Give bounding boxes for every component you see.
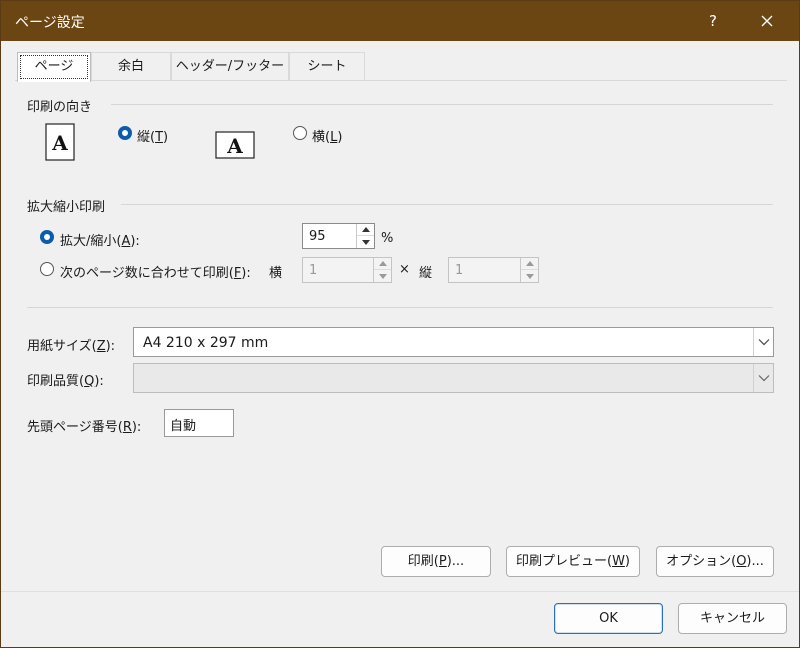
chevron-down-icon — [758, 339, 769, 346]
increment-button[interactable] — [357, 224, 374, 236]
tab-sheet[interactable]: シート — [289, 52, 365, 81]
arrow-up-icon — [525, 261, 534, 266]
decrement-button[interactable] — [357, 236, 374, 248]
section-divider — [27, 307, 773, 308]
increment-button[interactable] — [374, 258, 391, 270]
tab-label: ヘッダー/フッター — [175, 59, 285, 74]
arrow-up-icon — [361, 227, 370, 232]
arrow-down-icon — [361, 239, 370, 245]
fit-to-radio[interactable] — [40, 262, 54, 276]
pages-wide-label: 横 — [269, 266, 283, 281]
print-button[interactable]: 印刷(P)... — [381, 546, 491, 577]
decrement-button[interactable] — [521, 270, 538, 282]
scale-percent-value[interactable]: 95 — [309, 229, 326, 244]
footer-divider — [1, 591, 799, 592]
svg-text:A: A — [51, 131, 68, 155]
ok-button[interactable]: OK — [554, 603, 663, 634]
arrow-down-icon — [525, 273, 534, 279]
tab-page[interactable]: ページ — [17, 52, 91, 82]
increment-button[interactable] — [521, 258, 538, 270]
orientation-section-label: 印刷の向き — [27, 100, 93, 115]
fit-to-label[interactable]: 次のページ数に合わせて印刷(F): — [60, 262, 251, 281]
tab-header-footer[interactable]: ヘッダー/フッター — [171, 52, 289, 81]
dropdown-button[interactable] — [753, 328, 773, 356]
tab-label: 余白 — [117, 59, 144, 74]
focus-rect — [20, 55, 88, 79]
decrement-button[interactable] — [374, 270, 391, 282]
adjust-to-radio[interactable] — [40, 230, 54, 244]
svg-text:A: A — [226, 134, 243, 158]
paper-size-value: A4 210 x 297 mm — [143, 335, 269, 351]
scaling-divider — [121, 204, 773, 205]
spinner-arrows — [373, 258, 391, 282]
portrait-radio[interactable] — [118, 126, 132, 140]
help-button[interactable]: ? — [701, 7, 725, 35]
chevron-down-icon — [758, 375, 769, 382]
dialog-title: ページ設定 — [15, 15, 85, 31]
dropdown-button[interactable] — [753, 364, 773, 392]
landscape-label[interactable]: 横(L) — [312, 126, 342, 145]
landscape-radio[interactable] — [293, 126, 307, 140]
print-preview-button[interactable]: 印刷プレビュー(W) — [506, 546, 640, 577]
portrait-page-icon: A — [45, 123, 75, 161]
pages-tall-spinner[interactable]: 1 — [448, 257, 539, 283]
paper-size-dropdown[interactable]: A4 210 x 297 mm — [133, 327, 774, 357]
close-button[interactable] — [753, 7, 781, 35]
times-symbol: × — [399, 262, 410, 277]
pages-tall-label: 縦 — [419, 266, 433, 281]
adjust-to-label[interactable]: 拡大/縮小(A): — [60, 230, 140, 249]
first-page-number-value[interactable]: 自動 — [170, 415, 196, 434]
tab-label: シート — [307, 59, 347, 74]
tab-margins[interactable]: 余白 — [91, 52, 171, 81]
options-button[interactable]: オプション(O)... — [656, 546, 774, 577]
arrow-down-icon — [378, 273, 387, 279]
page-setup-dialog: ページ設定 ? ページ 余白 ヘッダー/フッター シート 印刷の向き A 縦(T… — [0, 0, 800, 648]
spinner-arrows — [520, 258, 538, 282]
scaling-section-label: 拡大縮小印刷 — [27, 200, 106, 215]
print-quality-label: 印刷品質(Q): — [27, 374, 104, 389]
print-quality-dropdown[interactable] — [133, 363, 774, 393]
cancel-button[interactable]: キャンセル — [678, 603, 787, 634]
close-icon — [761, 15, 773, 27]
scale-percent-spinner[interactable]: 95 — [302, 223, 375, 249]
title-bar: ページ設定 ? — [1, 1, 799, 41]
first-page-number-label: 先頭ページ番号(R): — [27, 420, 142, 435]
first-page-number-input[interactable]: 自動 — [164, 409, 234, 437]
spinner-arrows — [356, 224, 374, 248]
paper-size-label: 用紙サイズ(Z): — [27, 339, 116, 354]
pages-wide-spinner[interactable]: 1 — [302, 257, 392, 283]
arrow-up-icon — [378, 261, 387, 266]
percent-unit: % — [381, 231, 394, 246]
portrait-label[interactable]: 縦(T) — [137, 126, 168, 145]
landscape-page-icon: A — [215, 131, 255, 159]
tab-panel-page: 印刷の向き A 縦(T) A 横(L) 拡大縮小印刷 拡大/縮小(A): 95 … — [15, 80, 787, 584]
orientation-divider — [111, 104, 773, 105]
pages-wide-value[interactable]: 1 — [309, 263, 317, 278]
pages-tall-value[interactable]: 1 — [455, 263, 463, 278]
